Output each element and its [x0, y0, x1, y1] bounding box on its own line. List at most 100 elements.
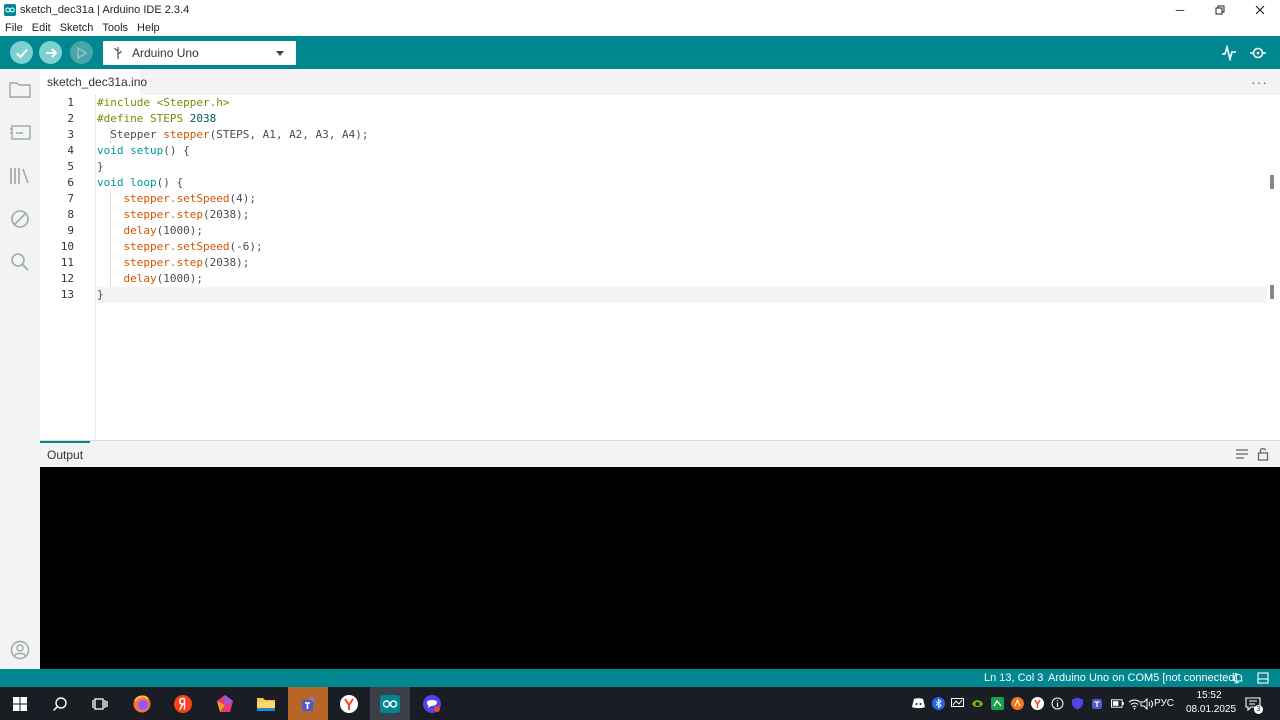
clear-output-button[interactable] — [1235, 447, 1249, 461]
code-line[interactable]: } — [97, 287, 1267, 303]
debug-button[interactable] — [70, 41, 93, 64]
code-token: stepper.step — [123, 208, 203, 221]
upload-button[interactable] — [39, 41, 62, 64]
taskbar-firefox[interactable] — [122, 687, 162, 720]
tray-discord[interactable] — [912, 697, 925, 710]
board-status[interactable]: Arduino Uno on COM5 [not connected] — [1048, 672, 1238, 684]
tray-bluetooth[interactable] — [932, 697, 945, 710]
board-selector[interactable]: Arduino Uno — [103, 41, 296, 65]
usb-icon — [114, 47, 122, 59]
cursor-position[interactable]: Ln 13, Col 3 — [984, 672, 1043, 684]
action-center-button[interactable]: 3 — [1245, 696, 1263, 714]
taskbar-chat-app[interactable] — [412, 687, 452, 720]
search-button[interactable] — [9, 251, 31, 273]
plotter-icon — [1222, 45, 1236, 61]
windows-logo-icon — [13, 696, 27, 711]
tray-shield[interactable] — [1071, 697, 1084, 710]
taskbar-browser-alt[interactable] — [205, 687, 245, 720]
tray-teams[interactable] — [1091, 697, 1104, 710]
taskbar-yandex[interactable] — [163, 687, 203, 720]
code-line[interactable]: } — [97, 159, 104, 175]
toggle-panel-button[interactable] — [1256, 671, 1270, 685]
code-line[interactable]: stepper.step(2038); — [97, 255, 250, 271]
language-indicator[interactable]: РУС — [1154, 698, 1174, 709]
menu-edit[interactable]: Edit — [32, 22, 51, 34]
code-line[interactable]: #define STEPS 2038 — [97, 111, 216, 127]
scrollbar-marker[interactable] — [1270, 175, 1274, 189]
code-token: (-6); — [229, 240, 263, 253]
code-token: delay — [123, 272, 157, 285]
window-title: sketch_dec31a | Arduino IDE 2.3.4 — [20, 4, 190, 16]
app-green-icon — [991, 697, 1004, 710]
firefox-icon — [133, 695, 151, 712]
menu-help[interactable]: Help — [137, 22, 160, 34]
taskbar-yandex-browser[interactable] — [329, 687, 369, 720]
code-line[interactable]: void setup() { — [97, 143, 190, 159]
library-manager-button[interactable] — [9, 165, 31, 187]
tray-volume[interactable] — [1140, 697, 1153, 710]
verify-button[interactable] — [10, 41, 33, 64]
menu-file[interactable]: File — [5, 22, 23, 34]
sketchbook-button[interactable] — [9, 78, 31, 100]
minimize-button[interactable]: ─ — [1160, 0, 1200, 20]
taskbar-teams[interactable] — [288, 687, 328, 720]
tray-nvidia[interactable] — [971, 697, 984, 710]
app-orange-icon — [1011, 697, 1024, 710]
tray-yandex[interactable] — [1031, 697, 1044, 710]
code-token: stepper — [163, 128, 210, 141]
line-number: 10 — [60, 240, 74, 253]
menu-sketch[interactable]: Sketch — [60, 22, 94, 34]
taskbar-search-button[interactable] — [40, 687, 80, 720]
system-clock[interactable]: 15:52 08.01.2025 — [1186, 689, 1236, 717]
code-line[interactable]: delay(1000); — [97, 223, 203, 239]
notifications-button[interactable] — [1231, 671, 1245, 685]
code-line[interactable]: void loop() { — [97, 175, 183, 191]
serial-plotter-button[interactable] — [1220, 44, 1238, 62]
task-view-button[interactable] — [80, 687, 120, 720]
arduino-icon — [380, 694, 400, 713]
line-number: 11 — [60, 256, 74, 269]
lock-scroll-button[interactable] — [1256, 447, 1270, 461]
more-options-icon[interactable]: ··· — [1251, 74, 1268, 90]
code-token: } — [97, 288, 104, 301]
search-icon — [52, 696, 67, 711]
tray-display[interactable] — [951, 697, 964, 710]
code-line[interactable]: stepper.step(2038); — [97, 207, 250, 223]
code-line[interactable]: Stepper stepper(STEPS, A1, A2, A3, A4); — [97, 127, 368, 143]
yandex-browser-icon — [340, 694, 358, 713]
bell-icon — [1233, 673, 1243, 684]
code-line[interactable]: stepper.setSpeed(-6); — [97, 239, 263, 255]
code-area[interactable]: #include <Stepper.h> #define STEPS 2038 S… — [97, 95, 1267, 440]
menu-tools[interactable]: Tools — [102, 22, 128, 34]
boards-manager-button[interactable] — [9, 121, 31, 143]
restore-button[interactable] — [1200, 0, 1240, 20]
code-token: 2038 — [189, 112, 217, 125]
code-token: (2038); — [202, 208, 250, 221]
code-token: delay — [123, 224, 157, 237]
scrollbar-marker[interactable] — [1270, 285, 1274, 299]
start-button[interactable] — [0, 687, 40, 720]
serial-monitor-button[interactable] — [1249, 44, 1267, 62]
taskbar-arduino-ide[interactable] — [370, 687, 410, 720]
search-icon — [11, 253, 29, 271]
tray-battery[interactable] — [1111, 697, 1124, 710]
tray-app-green[interactable] — [991, 697, 1004, 710]
teams-icon — [302, 697, 315, 711]
file-tab[interactable]: sketch_dec31a.ino — [40, 69, 147, 95]
code-line[interactable]: #include <Stepper.h> — [97, 95, 229, 111]
folder-icon — [9, 82, 31, 98]
tray-app-orange[interactable] — [1011, 697, 1024, 710]
account-button[interactable] — [9, 639, 31, 661]
code-line[interactable]: delay(1000); — [97, 271, 203, 287]
close-button[interactable] — [1240, 0, 1280, 20]
output-console[interactable] — [40, 467, 1280, 669]
taskbar-file-explorer[interactable] — [246, 687, 286, 720]
output-header: Output — [40, 440, 1280, 467]
tray-info[interactable] — [1051, 697, 1064, 710]
code-token: loop — [130, 176, 157, 189]
code-editor[interactable]: 1 2 3 4 5 6 7 8 9 10 11 12 13 #include <Stepper.h> #d… — [40, 95, 1280, 440]
debug-view-button[interactable] — [9, 208, 31, 230]
code-line[interactable]: stepper.setSpeed(4); — [97, 191, 256, 207]
